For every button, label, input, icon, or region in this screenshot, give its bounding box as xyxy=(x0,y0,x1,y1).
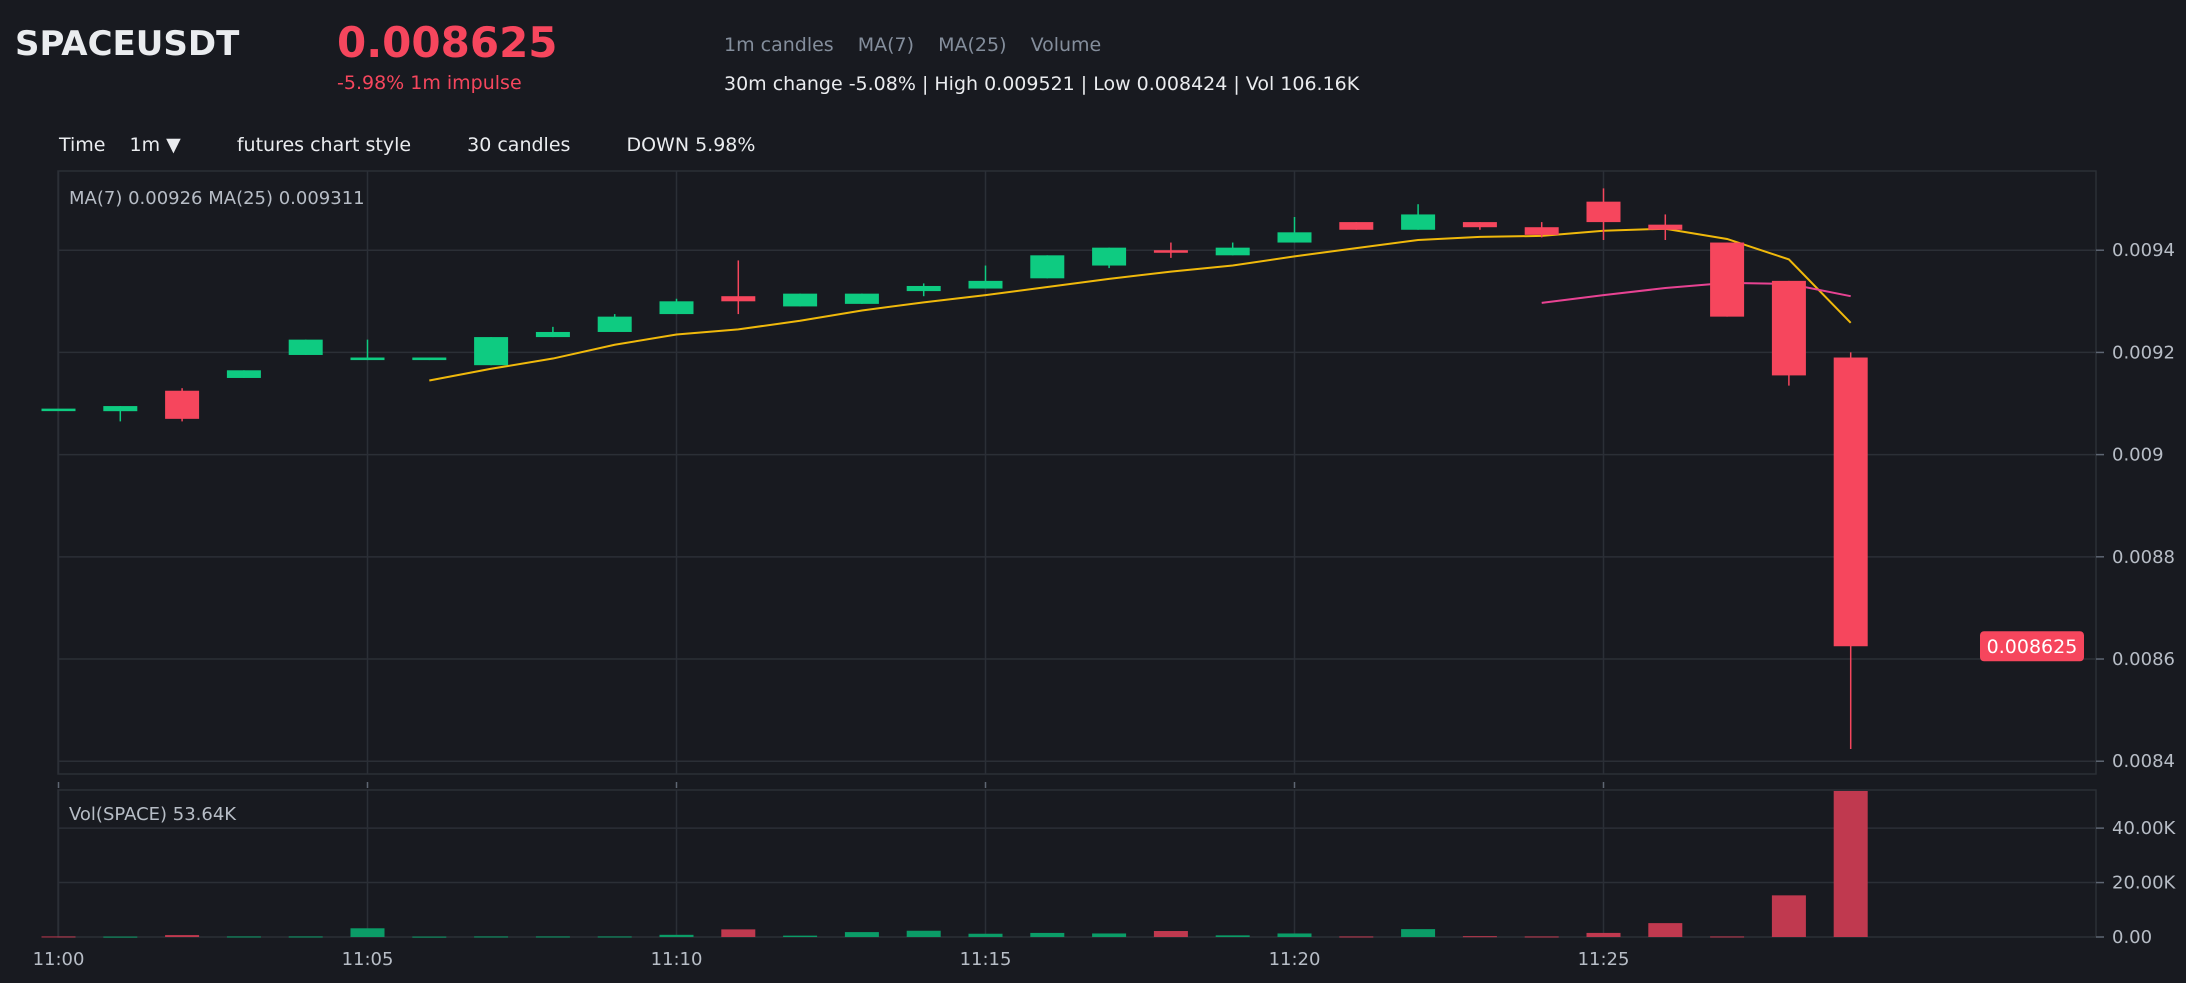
price-tick-label: 0.0088 xyxy=(2112,547,2175,568)
ma7-line xyxy=(429,227,1852,382)
volume-bar xyxy=(226,936,261,938)
volume-bar xyxy=(659,934,694,937)
candle-body xyxy=(844,293,879,304)
volume-bar xyxy=(288,936,323,938)
volume-tick-label: 20.00K xyxy=(2112,873,2177,894)
volume-bar xyxy=(844,932,879,937)
candle-body xyxy=(1339,222,1374,230)
candle-body xyxy=(783,293,818,307)
price-tick-label: 0.0084 xyxy=(2112,751,2175,772)
candle-body xyxy=(474,337,509,366)
candle-body xyxy=(1771,280,1806,376)
volume-bar xyxy=(597,936,632,938)
volume-bar xyxy=(968,933,1003,937)
candle-body xyxy=(535,331,570,338)
candle-body xyxy=(103,406,138,412)
candle-layer xyxy=(41,188,1868,749)
candle-body xyxy=(165,390,200,419)
ma-layer xyxy=(429,227,1852,382)
price-tick-label: 0.009 xyxy=(2112,445,2164,466)
volume-bar xyxy=(1092,933,1127,937)
candle-body xyxy=(721,296,756,302)
volume-legend: Vol(SPACE) 53.64K xyxy=(69,804,237,825)
candle-body xyxy=(968,280,1003,289)
volume-bar xyxy=(1153,931,1188,937)
volume-bar xyxy=(721,929,756,937)
candle-body xyxy=(659,301,694,315)
candle-body xyxy=(1092,247,1127,266)
candle-body xyxy=(1833,357,1868,647)
volume-bar xyxy=(1339,936,1374,938)
volume-bar xyxy=(1524,936,1559,938)
volume-bar xyxy=(350,928,385,937)
candle-body xyxy=(288,339,323,355)
volume-bar xyxy=(535,936,570,938)
candle-body xyxy=(1586,201,1621,223)
volume-bar xyxy=(1215,935,1250,937)
volume-bar xyxy=(1710,936,1745,938)
candle-body xyxy=(1710,242,1745,317)
candle-body xyxy=(597,316,632,332)
volume-bar xyxy=(41,936,76,938)
volume-bar xyxy=(1462,936,1497,938)
candle-body xyxy=(1215,247,1250,256)
volume-bar xyxy=(906,930,941,937)
time-tick-label: 11:05 xyxy=(342,949,394,970)
ma-legend: MA(7) 0.00926 MA(25) 0.009311 xyxy=(69,188,365,209)
time-tick-label: 11:25 xyxy=(1578,949,1630,970)
volume-bar xyxy=(1030,932,1065,937)
volume-bar xyxy=(103,936,138,938)
volume-bar xyxy=(1586,932,1621,937)
candle-body xyxy=(41,408,76,412)
volume-bar xyxy=(1401,929,1436,937)
volume-bar xyxy=(783,935,818,937)
price-tick-label: 0.0086 xyxy=(2112,649,2175,670)
candle-body xyxy=(906,285,941,292)
volume-bar xyxy=(412,936,447,938)
candle-body xyxy=(226,370,261,378)
candle-body xyxy=(1462,222,1497,228)
chart-area[interactable]: 0.0094 0.0092 0.009 0.0088 0.0086 0.0084 11:00… xyxy=(0,0,2186,983)
volume-layer xyxy=(41,790,1868,938)
candle-body xyxy=(1277,232,1312,243)
time-tick-label: 11:00 xyxy=(33,949,85,970)
candle-body xyxy=(1524,227,1559,235)
price-tick-label: 0.0094 xyxy=(2112,240,2175,261)
volume-bar xyxy=(1277,933,1312,937)
candle-body xyxy=(1648,224,1683,230)
price-tick-label: 0.0092 xyxy=(2112,342,2175,363)
time-tick-label: 11:15 xyxy=(960,949,1012,970)
volume-bar xyxy=(474,936,509,938)
candle-body xyxy=(1030,255,1065,279)
volume-bar xyxy=(1771,895,1806,937)
last-price-marker-label: 0.008625 xyxy=(1987,636,2078,658)
volume-bar xyxy=(165,935,200,937)
candle-body xyxy=(1401,214,1436,230)
candle-body xyxy=(350,357,385,361)
candle-body xyxy=(412,357,447,361)
time-tick-label: 11:10 xyxy=(651,949,703,970)
volume-bar xyxy=(1648,923,1683,937)
time-tick-label: 11:20 xyxy=(1269,949,1321,970)
volume-tick-label: 40.00K xyxy=(2112,818,2177,839)
volume-bar xyxy=(1833,790,1868,937)
volume-tick-label: 0.00 xyxy=(2112,927,2152,948)
candle-body xyxy=(1153,250,1188,253)
